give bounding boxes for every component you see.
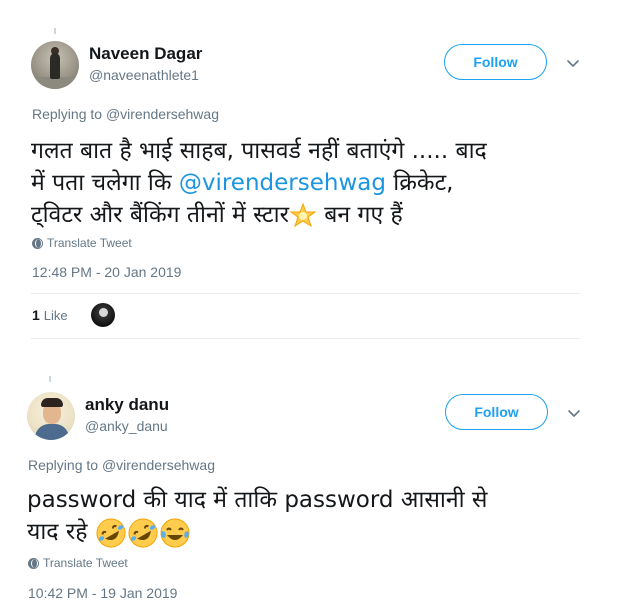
tweet-text-line: password की याद में ताकि password आसानी … [27, 487, 488, 513]
author-handle[interactable]: @anky_danu [85, 418, 168, 434]
glowing-star-icon [289, 202, 317, 227]
translate-label: Translate Tweet [47, 236, 132, 250]
text-segment: ट्विटर और बैंकिंग तीनों में स्टार [31, 202, 289, 228]
chevron-down-icon[interactable] [565, 56, 581, 72]
tweet-text-line: गलत बात है भाई साहब, पासवर्ड नहीं बताएंग… [31, 138, 487, 164]
author-name[interactable]: anky danu [85, 395, 169, 415]
tweet-text-line: याद रहे [27, 516, 597, 550]
avatar[interactable] [31, 41, 79, 89]
thread-connector [49, 376, 51, 382]
replying-mention-link[interactable]: @virendersehwag [106, 106, 219, 122]
follow-button[interactable]: Follow [445, 394, 548, 430]
author-name[interactable]: Naveen Dagar [89, 44, 202, 64]
avatar[interactable] [27, 392, 75, 440]
translate-tweet-link[interactable]: Translate Tweet [32, 236, 132, 250]
like-label: Like [43, 307, 68, 323]
thread-connector [54, 28, 56, 34]
replying-mention-link[interactable]: @virendersehwag [102, 457, 215, 473]
rolling-on-floor-laughing-icon [128, 518, 158, 547]
replying-to: Replying to @virendersehwag [32, 106, 219, 122]
globe-icon [32, 237, 43, 249]
chevron-down-icon[interactable] [566, 406, 582, 422]
tweet[interactable]: Naveen Dagar @naveenathlete1 Follow Repl… [0, 0, 617, 352]
divider [31, 293, 580, 294]
translate-label: Translate Tweet [43, 556, 128, 570]
rolling-on-floor-laughing-icon [96, 518, 126, 547]
tweet-timestamp[interactable]: 12:48 PM - 20 Jan 2019 [32, 264, 181, 280]
replying-to: Replying to @virendersehwag [28, 457, 215, 473]
tears-of-joy-icon [160, 518, 190, 547]
follow-button[interactable]: Follow [444, 44, 547, 80]
like-count: 1 [32, 307, 40, 323]
mention-link[interactable]: @virendersehwag [179, 170, 386, 196]
likes-stat[interactable]: 1 Like [32, 307, 68, 323]
divider [31, 338, 580, 339]
author-handle[interactable]: @naveenathlete1 [89, 67, 199, 83]
text-segment: बन गए हैं [316, 202, 403, 228]
tweet-text: password की याद में ताकि password आसानी … [27, 484, 597, 550]
replying-prefix: Replying to [32, 106, 106, 122]
replying-prefix: Replying to [28, 457, 102, 473]
translate-tweet-link[interactable]: Translate Tweet [28, 556, 128, 570]
text-segment: क्रिकेट, [385, 170, 454, 196]
tweet-text: गलत बात है भाई साहब, पासवर्ड नहीं बताएंग… [31, 135, 601, 231]
globe-icon [28, 557, 39, 569]
liker-avatar[interactable] [91, 303, 115, 327]
tweet-text-line: ट्विटर और बैंकिंग तीनों में स्टार बन गए … [31, 199, 601, 231]
tweet-timestamp[interactable]: 10:42 PM - 19 Jan 2019 [28, 585, 177, 601]
text-segment: में पता चलेगा कि [31, 170, 179, 196]
tweet-text-line: में पता चलेगा कि @virendersehwag क्रिकेट… [31, 167, 601, 199]
text-segment: याद रहे [27, 519, 95, 545]
